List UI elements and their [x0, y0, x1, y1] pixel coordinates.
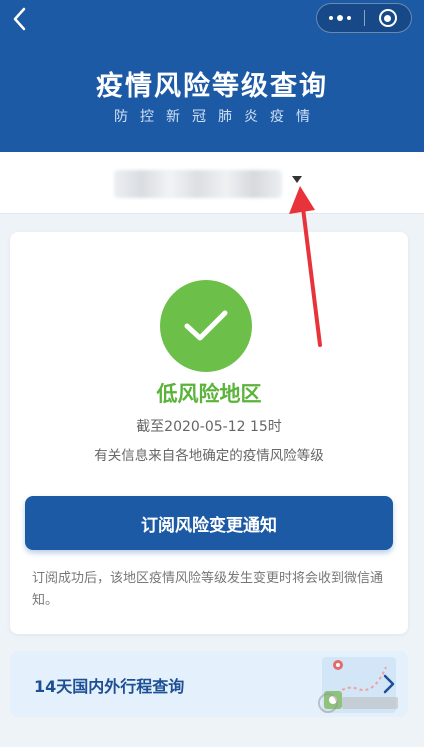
- risk-result-card: 低风险地区 截至2020-05-12 15时 有关信息来自各地确定的疫情风险等级…: [10, 232, 408, 634]
- header: 疫情风险等级查询 防控新冠肺炎疫情: [0, 0, 424, 152]
- as-of-time: 截至2020-05-12 15时: [136, 419, 282, 435]
- target-close-icon: [378, 9, 397, 27]
- check-icon: [184, 310, 228, 341]
- mini-program-capsule: [316, 3, 412, 33]
- triangle-down-icon[interactable]: [292, 176, 302, 183]
- back-button[interactable]: [6, 6, 34, 34]
- region-selector[interactable]: [0, 152, 424, 214]
- more-button[interactable]: [317, 4, 364, 32]
- status-circle: [160, 280, 252, 372]
- risk-level-label: 低风险地区: [156, 382, 262, 406]
- watermark-logo: [318, 693, 398, 713]
- page-title: 疫情风险等级查询: [96, 71, 328, 102]
- source-note: 有关信息来自各地确定的疫情风险等级: [94, 448, 324, 464]
- subscribe-button[interactable]: 订阅风险变更通知: [25, 496, 393, 550]
- close-button[interactable]: [364, 4, 411, 32]
- travel-query-label: 14天国内外行程查询: [34, 677, 185, 696]
- region-name-blurred[interactable]: [114, 170, 282, 198]
- more-dots-icon: [327, 15, 353, 21]
- chevron-left-icon: [13, 7, 26, 31]
- subscribe-note: 订阅成功后，该地区疫情风险等级发生变更时将会收到微信通知。: [32, 571, 384, 608]
- page-subtitle: 防控新冠肺炎疫情: [114, 109, 322, 125]
